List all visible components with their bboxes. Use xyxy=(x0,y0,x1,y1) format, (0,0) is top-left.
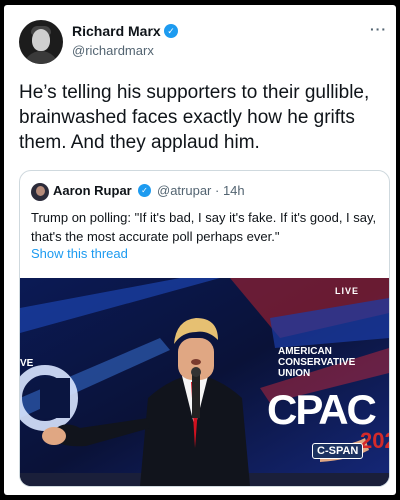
more-options-icon[interactable]: ··· xyxy=(370,21,387,37)
tweet-text: He’s telling his supporters to their gul… xyxy=(19,82,370,153)
quoted-verified-badge-icon: ✓ xyxy=(138,184,151,197)
verified-badge-icon: ✓ xyxy=(164,24,178,38)
year-fragment-text: 202 xyxy=(360,428,389,453)
author-avatar[interactable] xyxy=(19,20,63,64)
stage-banner-text: AMERICAN CONSERVATIVE UNION xyxy=(278,346,356,379)
stage-fragment-text: VE xyxy=(20,358,34,369)
quoted-author-avatar[interactable] xyxy=(31,183,49,201)
tweet-card: Richard Marx ✓ @richardmarx ··· He’s tel… xyxy=(4,5,396,495)
cpac-logo-text: CPAC xyxy=(267,386,377,433)
author-handle[interactable]: @richardmarx xyxy=(72,43,154,58)
quoted-tweet[interactable]: Aaron Rupar ✓ @atrupar · 14h Trump on po… xyxy=(19,170,390,487)
quoted-author-handle-time: @atrupar · 14h xyxy=(157,183,245,198)
quoted-author-name[interactable]: Aaron Rupar xyxy=(53,183,132,198)
show-thread-link[interactable]: Show this thread xyxy=(31,246,128,261)
author-name[interactable]: Richard Marx xyxy=(72,23,161,39)
video-player[interactable]: LIVE VE AMERICAN CONSERVATIVE UNION CPAC… xyxy=(20,278,389,486)
live-label: LIVE xyxy=(334,286,359,296)
quoted-tweet-text: Trump on polling: "If it's bad, I say it… xyxy=(31,210,377,244)
cspan-logo: C-SPAN xyxy=(312,443,364,459)
